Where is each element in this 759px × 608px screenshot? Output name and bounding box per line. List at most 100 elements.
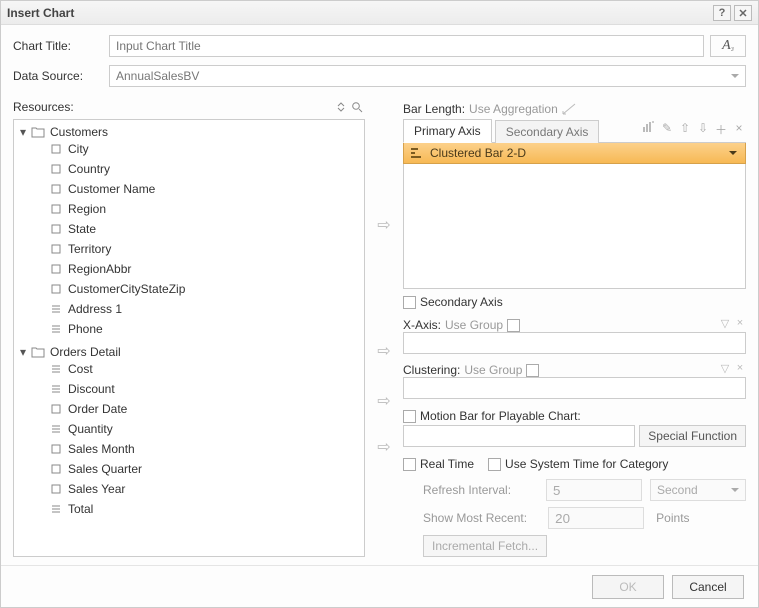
dialog-title: Insert Chart [7,6,74,20]
tree-item[interactable]: Customer Name [36,182,364,196]
secondary-axis-checkbox[interactable] [403,296,416,309]
resources-tree[interactable]: ▾Customers City Country Customer Name Region… [13,119,365,557]
text-icon [48,322,64,336]
folder-icon [30,345,46,359]
arrow-motion-icon[interactable]: ⇨ [377,437,390,457]
search-icon[interactable] [349,99,365,115]
chart-type-icon [410,147,424,159]
text-icon [48,502,64,516]
text-icon [48,382,64,396]
bar-length-icon[interactable] [562,103,576,115]
tree-label: Sales Quarter [68,462,142,476]
chart-title-label: Chart Title: [13,39,109,53]
tree-item[interactable]: Country [36,162,364,176]
motion-input[interactable] [403,425,635,447]
clustering-label: Clustering: [403,363,460,377]
text-icon [48,302,64,316]
edit-icon[interactable]: ✎ [660,121,674,138]
tree-item[interactable]: Cost [36,362,364,376]
systime-checkbox[interactable] [488,458,501,471]
xaxis-filter-icon[interactable]: ▽ [719,317,731,330]
clustering-usegroup-checkbox[interactable] [526,364,539,377]
data-source-value: AnnualSalesBV [116,69,199,83]
remove-icon[interactable]: × [732,121,746,138]
close-button[interactable] [734,5,752,21]
triangle-down-icon[interactable]: ▾ [18,125,28,139]
arrow-xaxis-icon[interactable]: ⇨ [377,341,390,361]
xaxis-usegroup-checkbox[interactable] [507,319,520,332]
tree-folder[interactable]: ▾Orders Detail [18,345,364,359]
realtime-checkbox[interactable] [403,458,416,471]
bar-length-label: Bar Length: [403,102,465,116]
tree-item[interactable]: Sales Quarter [36,462,364,476]
tree-label: City [68,142,89,156]
ok-button: OK [592,575,664,599]
chart-type-value: Clustered Bar 2-D [430,146,526,160]
field-icon [48,482,64,496]
tree-item[interactable]: CustomerCityStateZip [36,282,364,296]
tree-label: Address 1 [68,302,122,316]
field-icon [48,142,64,156]
tab-secondary-axis[interactable]: Secondary Axis [495,120,600,143]
tree-label: Total [68,502,93,516]
recent-label: Show Most Recent: [423,511,540,525]
systime-label: Use System Time for Category [505,457,668,471]
add-icon[interactable]: ＋ [714,121,728,138]
text-icon [48,362,64,376]
tree-item[interactable]: Phone [36,322,364,336]
tree-item[interactable]: Region [36,202,364,216]
tree-item[interactable]: Sales Year [36,482,364,496]
clustering-input[interactable] [403,377,746,399]
xaxis-input[interactable] [403,332,746,354]
tree-label: Territory [68,242,111,256]
tab-primary-axis[interactable]: Primary Axis [403,119,492,143]
tree-label: RegionAbbr [68,262,131,276]
field-icon [48,402,64,416]
cancel-button[interactable]: Cancel [672,575,744,599]
sort-icon[interactable] [333,99,349,115]
tree-item[interactable]: Sales Month [36,442,364,456]
arrow-clustering-icon[interactable]: ⇨ [377,391,390,411]
clustering-filter-icon[interactable]: ▽ [719,362,731,375]
add-series-icon[interactable] [642,121,656,138]
tree-label: State [68,222,96,236]
primary-axis-drop-area[interactable] [403,164,746,289]
font-button[interactable]: A₃ [710,35,746,57]
move-down-icon[interactable]: ⇩ [696,121,710,138]
chart-type-combo[interactable]: Clustered Bar 2-D [403,143,746,164]
recent-unit: Points [652,511,746,525]
tree-folder[interactable]: ▾Customers [18,125,364,139]
tree-label: Sales Year [68,482,125,496]
tree-label: Phone [68,322,103,336]
tree-item[interactable]: Total [36,502,364,516]
tree-item[interactable]: RegionAbbr [36,262,364,276]
tree-item[interactable]: Territory [36,242,364,256]
text-icon [48,422,64,436]
tree-label: Sales Month [68,442,135,456]
tree-item[interactable]: Quantity [36,422,364,436]
field-icon [48,242,64,256]
tree-item[interactable]: Discount [36,382,364,396]
recent-input [548,507,644,529]
move-up-icon[interactable]: ⇧ [678,121,692,138]
refresh-unit-value: Second [657,483,698,497]
clustering-clear-icon[interactable]: × [734,362,746,375]
help-button[interactable]: ? [713,5,731,21]
tree-label: Customer Name [68,182,155,196]
realtime-label: Real Time [420,457,474,471]
tree-label: Region [68,202,106,216]
field-icon [48,222,64,236]
tree-item[interactable]: State [36,222,364,236]
arrow-primary-icon[interactable]: ⇨ [377,215,390,235]
data-source-label: Data Source: [13,69,109,83]
special-function-button[interactable]: Special Function [639,425,746,447]
motion-checkbox[interactable] [403,410,416,423]
triangle-down-icon[interactable]: ▾ [18,345,28,359]
tree-item[interactable]: Order Date [36,402,364,416]
chart-title-input[interactable] [109,35,704,57]
data-source-combo[interactable]: AnnualSalesBV [109,65,746,87]
xaxis-clear-icon[interactable]: × [734,317,746,330]
tree-item[interactable]: Address 1 [36,302,364,316]
tree-item[interactable]: City [36,142,364,156]
transfer-arrows: ⇨ ⇨ ⇨ ⇨ [373,99,395,557]
